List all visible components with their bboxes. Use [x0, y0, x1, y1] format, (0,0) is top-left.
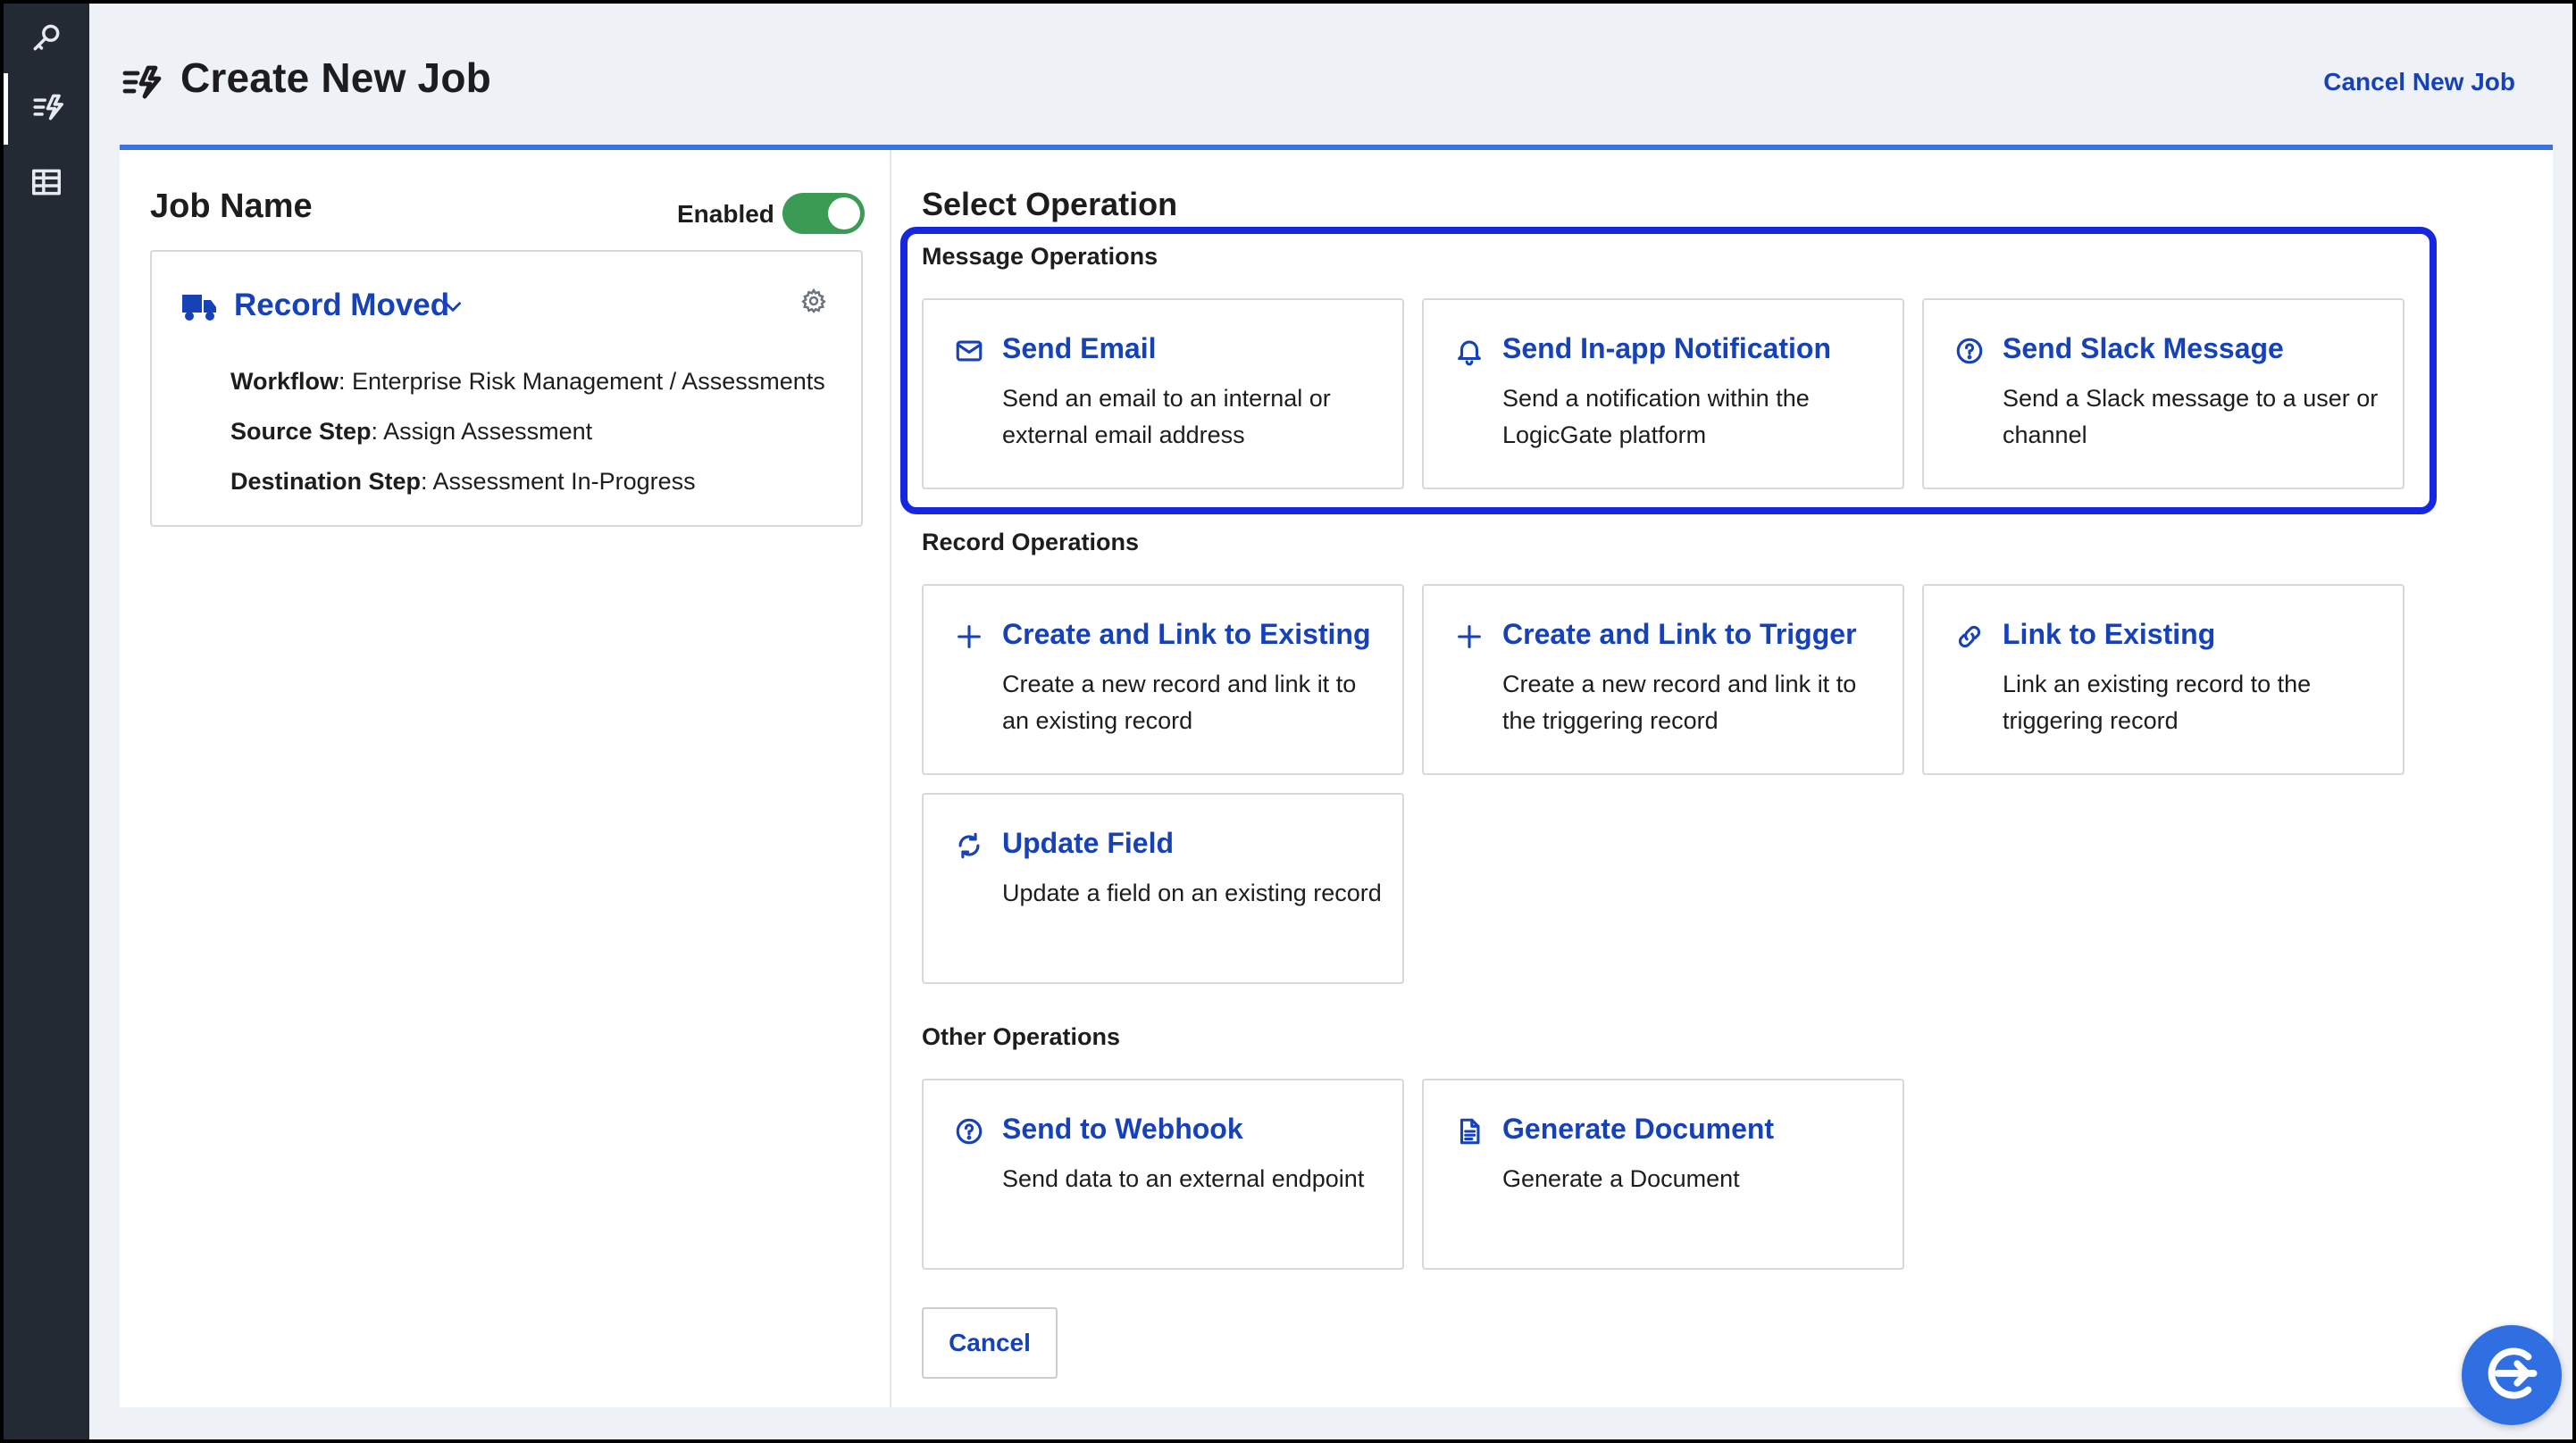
create-and-link-to-existing-card[interactable]: Create and Link to Existing Create a new…	[922, 584, 1404, 775]
card-description: Send a notification within the LogicGate…	[1502, 385, 1810, 448]
app-window: Create New Job Cancel New Job Job Name E…	[0, 0, 2576, 1443]
refresh-icon	[954, 830, 984, 861]
trigger-name[interactable]: Record Moved	[234, 288, 449, 323]
bell-icon	[1454, 336, 1485, 366]
jobs-title-icon	[121, 61, 164, 104]
card-title: Send to Webhook	[1002, 1113, 1243, 1145]
select-operation-title: Select Operation	[922, 186, 1178, 222]
plus-icon	[954, 621, 984, 652]
cancel-button[interactable]: Cancel	[922, 1307, 1058, 1379]
chevron-down-icon[interactable]	[441, 295, 464, 318]
truck-icon	[180, 289, 218, 323]
job-column: Job Name Enabled Record Moved Workflow: …	[120, 150, 891, 1407]
toggle-knob	[828, 197, 860, 229]
card-description: Create a new record and link it to the t…	[1502, 671, 1857, 734]
workflow-value: Enterprise Risk Management / Assessments	[352, 368, 825, 395]
update-field-card[interactable]: Update Field Update a field on an existi…	[922, 793, 1404, 984]
rail-jobs-button[interactable]	[4, 73, 89, 145]
source-step-value: Assign Assessment	[383, 418, 593, 445]
card-description: Send data to an external endpoint	[1002, 1165, 1365, 1192]
card-title: Update Field	[1002, 827, 1175, 859]
send-in-app-notification-card[interactable]: Send In-app Notification Send a notifica…	[1422, 298, 1904, 489]
assistant-button[interactable]	[2462, 1325, 2562, 1425]
create-and-link-to-trigger-card[interactable]: Create and Link to Trigger Create a new …	[1422, 584, 1904, 775]
enabled-label: Enabled	[677, 200, 774, 228]
source-step-label: Source Step	[230, 418, 372, 445]
question-circle-icon	[1954, 336, 1985, 366]
send-slack-message-card[interactable]: Send Slack Message Send a Slack message …	[1922, 298, 2405, 489]
rail-table-button[interactable]	[4, 148, 89, 220]
card-title: Create and Link to Trigger	[1502, 618, 1857, 650]
card-title: Send In-app Notification	[1502, 332, 1831, 364]
jobs-icon	[32, 90, 66, 129]
message-operations-label: Message Operations	[922, 243, 1158, 270]
main-panel: Job Name Enabled Record Moved Workflow: …	[120, 145, 2553, 1407]
card-title: Send Slack Message	[2003, 332, 2284, 364]
send-email-card[interactable]: Send Email Send an email to an internal …	[922, 298, 1404, 489]
key-icon	[29, 21, 63, 59]
card-title: Send Email	[1002, 332, 1157, 364]
card-description: Generate a Document	[1502, 1165, 1740, 1192]
table-icon	[29, 165, 63, 204]
plus-icon	[1454, 621, 1485, 652]
trigger-card: Record Moved Workflow: Enterprise Risk M…	[150, 250, 863, 527]
left-rail	[4, 4, 89, 1439]
destination-step-value: Assessment In-Progress	[432, 468, 696, 495]
rail-key-button[interactable]	[4, 4, 89, 75]
page-title: Create New Job	[180, 54, 491, 101]
workflow-label: Workflow	[230, 368, 339, 395]
job-name-label: Job Name	[150, 188, 313, 225]
card-description: Create a new record and link it to an ex…	[1002, 671, 1357, 734]
generate-document-card[interactable]: Generate Document Generate a Document	[1422, 1079, 1904, 1270]
enabled-toggle[interactable]	[782, 193, 865, 234]
page-header: Create New Job Cancel New Job	[89, 4, 2572, 146]
card-description: Link an existing record to the triggerin…	[2003, 671, 2312, 734]
gear-icon[interactable]	[800, 288, 827, 314]
card-title: Link to Existing	[2003, 618, 2216, 650]
question-circle-icon	[954, 1116, 984, 1147]
card-title: Create and Link to Existing	[1002, 618, 1371, 650]
operations-column: Select Operation Message Operations Send…	[893, 150, 2553, 1407]
cancel-new-job-link[interactable]: Cancel New Job	[2323, 68, 2515, 96]
record-operations-label: Record Operations	[922, 529, 1140, 555]
other-operations-label: Other Operations	[922, 1023, 1121, 1050]
source-step-row: Source Step: Assign Assessment	[230, 418, 593, 445]
card-description: Update a field on an existing record	[1002, 880, 1382, 906]
assistant-logo-icon	[2479, 1340, 2545, 1411]
workflow-row: Workflow: Enterprise Risk Management / A…	[230, 368, 825, 395]
send-to-webhook-card[interactable]: Send to Webhook Send data to an external…	[922, 1079, 1404, 1270]
link-to-existing-card[interactable]: Link to Existing Link an existing record…	[1922, 584, 2405, 775]
card-title: Generate Document	[1502, 1113, 1775, 1145]
destination-step-row: Destination Step: Assessment In-Progress	[230, 468, 696, 495]
link-icon	[1954, 621, 1985, 652]
document-icon	[1454, 1116, 1485, 1147]
card-description: Send a Slack message to a user or channe…	[2003, 385, 2379, 448]
card-description: Send an email to an internal or external…	[1002, 385, 1331, 448]
envelope-icon	[954, 336, 984, 366]
destination-step-label: Destination Step	[230, 468, 422, 495]
